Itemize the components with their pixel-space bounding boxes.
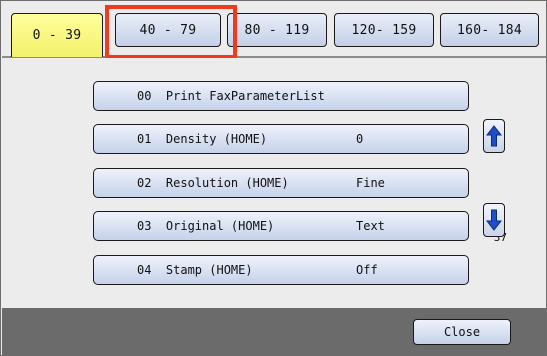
footer-bar: Close: [2, 308, 546, 355]
parameter-value: Fine: [356, 176, 385, 190]
tab-bar: 0 - 39 40 - 79 80 - 119 120- 159 160- 18…: [2, 2, 546, 58]
parameter-list: 00 Print FaxParameterList 01 Density (HO…: [2, 58, 546, 306]
tab-label: 80 - 119: [244, 22, 310, 38]
close-button[interactable]: Close: [413, 319, 511, 345]
tab-160-184[interactable]: 160- 184: [440, 13, 539, 47]
tab-0-39[interactable]: 0 - 39: [11, 13, 103, 57]
parameter-value: Text: [356, 219, 385, 233]
parameter-label: 03 Original (HOME): [137, 219, 275, 233]
parameter-value: 0: [356, 132, 364, 146]
scroll-up-button[interactable]: [483, 119, 505, 153]
tab-80-119[interactable]: 80 - 119: [227, 13, 327, 47]
tab-label: 40 - 79: [139, 22, 197, 38]
tab-label: 160- 184: [456, 22, 522, 38]
parameter-label: 02 Resolution (HOME): [137, 176, 289, 190]
parameter-row-03[interactable]: 03 Original (HOME) Text: [93, 211, 469, 241]
fax-parameter-screen: 0 - 39 40 - 79 80 - 119 120- 159 160- 18…: [0, 0, 547, 356]
tab-label: 0 - 39: [32, 28, 82, 43]
arrow-down-icon: [486, 209, 502, 231]
close-label: Close: [443, 325, 481, 339]
parameter-value: Off: [356, 263, 378, 277]
tab-120-159[interactable]: 120- 159: [334, 13, 434, 47]
parameter-row-01[interactable]: 01 Density (HOME) 0: [93, 124, 469, 154]
arrow-up-icon: [486, 125, 502, 147]
parameter-label: 01 Density (HOME): [137, 132, 268, 146]
scroll-down-button[interactable]: [483, 203, 505, 237]
parameter-row-04[interactable]: 04 Stamp (HOME) Off: [93, 255, 469, 285]
parameter-label: 04 Stamp (HOME): [137, 263, 253, 277]
tab-label: 120- 159: [351, 22, 417, 38]
parameter-row-02[interactable]: 02 Resolution (HOME) Fine: [93, 168, 469, 198]
tab-40-79[interactable]: 40 - 79: [115, 13, 221, 47]
parameter-label: 00 Print FaxParameterList: [137, 89, 325, 103]
parameter-row-00[interactable]: 00 Print FaxParameterList: [93, 81, 469, 111]
